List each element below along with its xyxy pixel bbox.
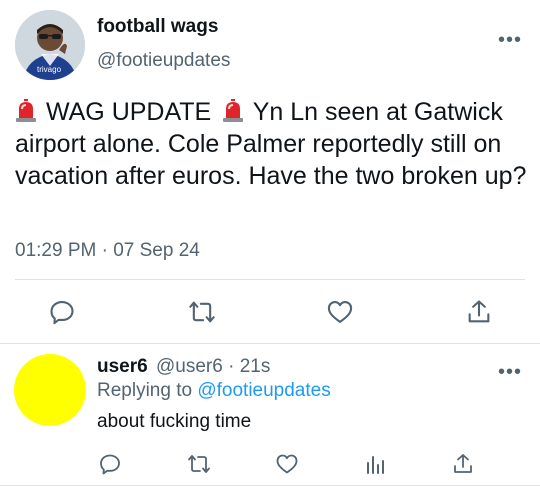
- tweet-text: WAG UPDATE Yn Ln seen at Gatwick airport…: [15, 96, 530, 192]
- divider: [0, 485, 540, 486]
- avatar-sponsor-text: trivago: [37, 65, 62, 74]
- reply-handle-time: @user6 · 21s: [156, 356, 271, 377]
- share-icon[interactable]: [451, 452, 475, 476]
- reply-icon[interactable]: [48, 298, 76, 326]
- reply-text: about fucking time: [97, 411, 252, 432]
- divider: [0, 343, 540, 344]
- like-icon[interactable]: [326, 298, 354, 326]
- retweet-icon[interactable]: [187, 452, 211, 476]
- retweet-icon[interactable]: [188, 298, 216, 326]
- more-options-button[interactable]: •••: [498, 30, 522, 50]
- tweet-timestamp[interactable]: 01:29 PM · 07 Sep 24: [15, 240, 200, 262]
- share-icon[interactable]: [465, 298, 493, 326]
- divider: [15, 279, 525, 280]
- avatar[interactable]: trivago: [15, 10, 85, 80]
- avatar-photo: trivago: [15, 10, 85, 80]
- replying-to-link[interactable]: @footieupdates: [197, 380, 330, 401]
- display-name[interactable]: football wags: [97, 16, 218, 38]
- replying-to-label: Replying to: [97, 380, 193, 401]
- like-icon[interactable]: [275, 452, 299, 476]
- tweet-text-part1: WAG UPDATE: [45, 98, 212, 126]
- police-light-icon: [222, 99, 244, 123]
- police-light-icon: [15, 99, 37, 123]
- replying-to-line: Replying to @footieupdates: [97, 380, 331, 402]
- username-handle[interactable]: @footieupdates: [97, 50, 230, 72]
- reply-display-name[interactable]: user6: [97, 356, 148, 378]
- reply-more-options-button[interactable]: •••: [498, 362, 522, 382]
- reply-avatar[interactable]: [14, 354, 86, 426]
- reply-icon[interactable]: [98, 452, 122, 476]
- analytics-icon[interactable]: [363, 452, 387, 476]
